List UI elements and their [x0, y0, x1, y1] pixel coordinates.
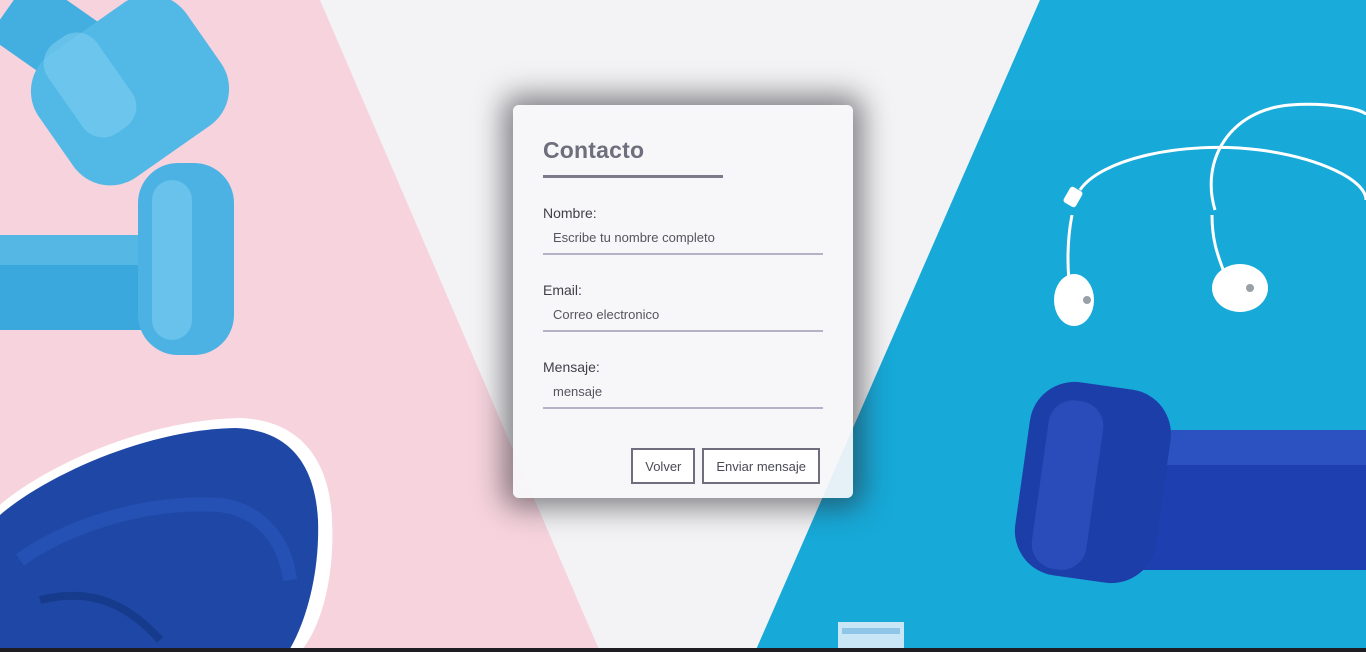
title-underline: [543, 175, 723, 178]
email-field-group: Email:: [543, 282, 823, 332]
message-field-group: Mensaje:: [543, 359, 823, 409]
form-actions: Volver Enviar mensaje: [631, 448, 820, 484]
message-label: Mensaje:: [543, 359, 600, 375]
back-button[interactable]: Volver: [631, 448, 696, 484]
bottom-border: [0, 648, 1366, 652]
email-input[interactable]: [543, 300, 823, 332]
name-label: Nombre:: [543, 205, 597, 221]
message-input[interactable]: [543, 377, 823, 409]
name-field-group: Nombre:: [543, 205, 823, 255]
form-title: Contacto: [543, 137, 645, 163]
contact-form: Contacto Nombre: Email: Mensaje: Volver …: [513, 105, 853, 498]
send-message-button[interactable]: Enviar mensaje: [702, 448, 820, 484]
name-input[interactable]: [543, 223, 823, 255]
email-label: Email:: [543, 282, 582, 298]
